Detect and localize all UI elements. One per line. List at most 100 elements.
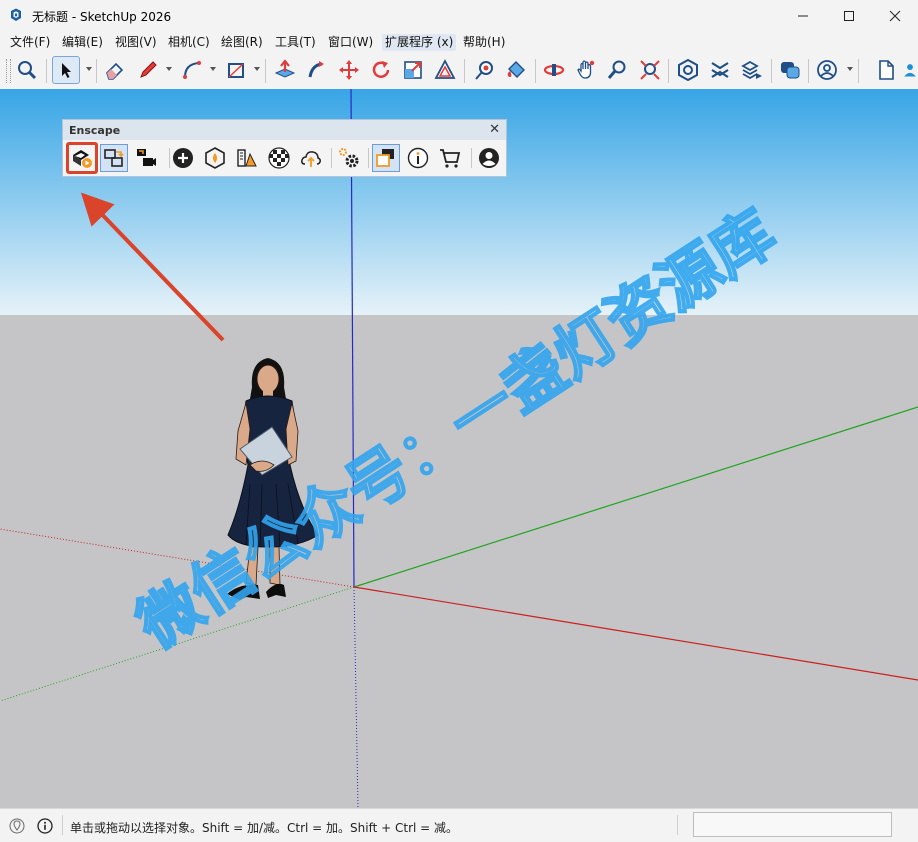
video-editor-button[interactable]	[132, 144, 160, 172]
view-sync-icon	[376, 149, 394, 167]
account-icon	[817, 60, 837, 80]
close-button[interactable]	[872, 0, 918, 31]
menu-camera[interactable]: 相机(C)	[165, 34, 213, 51]
enscape-close-button[interactable]: ✕	[489, 122, 500, 137]
user-button[interactable]	[902, 56, 918, 84]
rotate-icon	[372, 61, 390, 78]
new-file-button[interactable]	[872, 56, 900, 84]
eraser-icon	[106, 62, 124, 80]
rectangle-icon	[228, 63, 244, 78]
zoom-button[interactable]	[13, 56, 41, 84]
menu-help[interactable]: 帮助(H)	[460, 34, 508, 51]
zoom-extents-icon	[640, 60, 660, 80]
upload-button[interactable]	[297, 144, 325, 172]
toolbar-separator	[668, 59, 669, 83]
layout-icon	[741, 60, 762, 80]
maximize-button[interactable]	[826, 0, 872, 31]
warehouse-button[interactable]	[674, 56, 702, 84]
video-editor-icon	[137, 149, 156, 166]
zoom-view-button[interactable]	[604, 56, 632, 84]
user-icon	[904, 64, 916, 77]
components-icon	[781, 62, 800, 79]
orbit-button[interactable]	[540, 56, 568, 84]
toolbar-separator	[858, 59, 859, 83]
menu-view[interactable]: 视图(V)	[112, 34, 160, 51]
extension-warehouse-icon	[711, 62, 729, 78]
rotate-button[interactable]	[367, 56, 395, 84]
enscape-account-button[interactable]	[475, 144, 503, 172]
enscape-separator	[331, 148, 332, 168]
title-bar: 无标题 - SketchUp 2026	[0, 0, 918, 31]
zoom-view-icon	[607, 60, 626, 79]
scale-icon	[404, 61, 422, 79]
push-pull-button[interactable]	[271, 56, 299, 84]
select-icon	[62, 63, 71, 78]
menu-extensions[interactable]: 扩展程序 (x)	[382, 34, 457, 51]
cart-button[interactable]	[436, 144, 464, 172]
scene-manager-button[interactable]	[233, 144, 261, 172]
move-button[interactable]	[335, 56, 363, 84]
offset-icon	[434, 59, 456, 79]
minimize-button[interactable]	[780, 0, 826, 31]
extension-warehouse-button[interactable]	[706, 56, 734, 84]
window-title: 无标题 - SketchUp 2026	[32, 10, 172, 24]
info-icon[interactable]	[37, 818, 53, 834]
add-asset-button[interactable]	[169, 144, 197, 172]
arc-button[interactable]	[178, 56, 206, 84]
arc-dropdown[interactable]	[210, 67, 216, 71]
enscape-toolbar-header[interactable]: Enscape ✕	[63, 120, 506, 140]
pencil-dropdown[interactable]	[166, 67, 172, 71]
enscape-separator	[471, 148, 472, 168]
measurements-box[interactable]	[693, 812, 892, 837]
follow-me-button[interactable]	[303, 56, 331, 84]
materials-button[interactable]	[201, 144, 229, 172]
account-dropdown[interactable]	[847, 67, 853, 71]
warehouse-icon	[678, 59, 698, 81]
toolbar-separator	[96, 59, 97, 83]
upload-icon	[301, 151, 321, 167]
toolbar-separator	[808, 59, 809, 83]
account-button[interactable]	[813, 56, 841, 84]
menu-edit[interactable]: 编辑(E)	[59, 34, 106, 51]
rectangle-button[interactable]	[222, 56, 250, 84]
tape-measure-button[interactable]	[470, 56, 498, 84]
enscape-toolbar[interactable]: Enscape ✕	[62, 119, 507, 177]
cart-icon	[440, 149, 461, 168]
pan-icon	[577, 60, 595, 79]
live-update-button[interactable]	[100, 144, 128, 172]
eraser-button[interactable]	[101, 56, 129, 84]
pan-button[interactable]	[572, 56, 600, 84]
select-button[interactable]	[52, 56, 80, 84]
select-dropdown[interactable]	[86, 67, 92, 71]
toolbar-grip[interactable]	[6, 59, 11, 83]
scale-button[interactable]	[399, 56, 427, 84]
menu-tools[interactable]: 工具(T)	[272, 34, 319, 51]
checker-icon	[268, 147, 290, 169]
toolbar-separator	[464, 59, 465, 83]
enscape-start-button[interactable]	[66, 142, 98, 174]
toolbar-separator	[535, 59, 536, 83]
close-icon	[889, 10, 901, 21]
menu-window[interactable]: 窗口(W)	[325, 34, 376, 51]
menu-file[interactable]: 文件(F)	[7, 34, 53, 51]
zoom-extents-button[interactable]	[636, 56, 664, 84]
checker-button[interactable]	[265, 144, 293, 172]
info-button[interactable]	[404, 144, 432, 172]
menu-draw[interactable]: 绘图(R)	[218, 34, 266, 51]
tape-measure-icon	[475, 61, 493, 80]
paint-bucket-button[interactable]	[502, 56, 530, 84]
layout-button[interactable]	[738, 56, 766, 84]
follow-me-icon	[308, 61, 324, 78]
geo-location-icon[interactable]	[9, 818, 25, 834]
view-sync-button[interactable]	[372, 144, 400, 172]
enscape-toolbar-title: Enscape	[69, 124, 121, 137]
pencil-button[interactable]	[134, 56, 162, 84]
rectangle-dropdown[interactable]	[254, 67, 260, 71]
components-button[interactable]	[776, 56, 804, 84]
offset-button[interactable]	[431, 56, 459, 84]
scene-canvas: 微信公众号：一盏灯资源库	[0, 89, 918, 808]
model-viewport[interactable]: 微信公众号：一盏灯资源库	[0, 89, 918, 808]
add-asset-icon	[173, 148, 193, 168]
live-update-icon	[104, 149, 124, 167]
settings-button[interactable]	[335, 144, 363, 172]
